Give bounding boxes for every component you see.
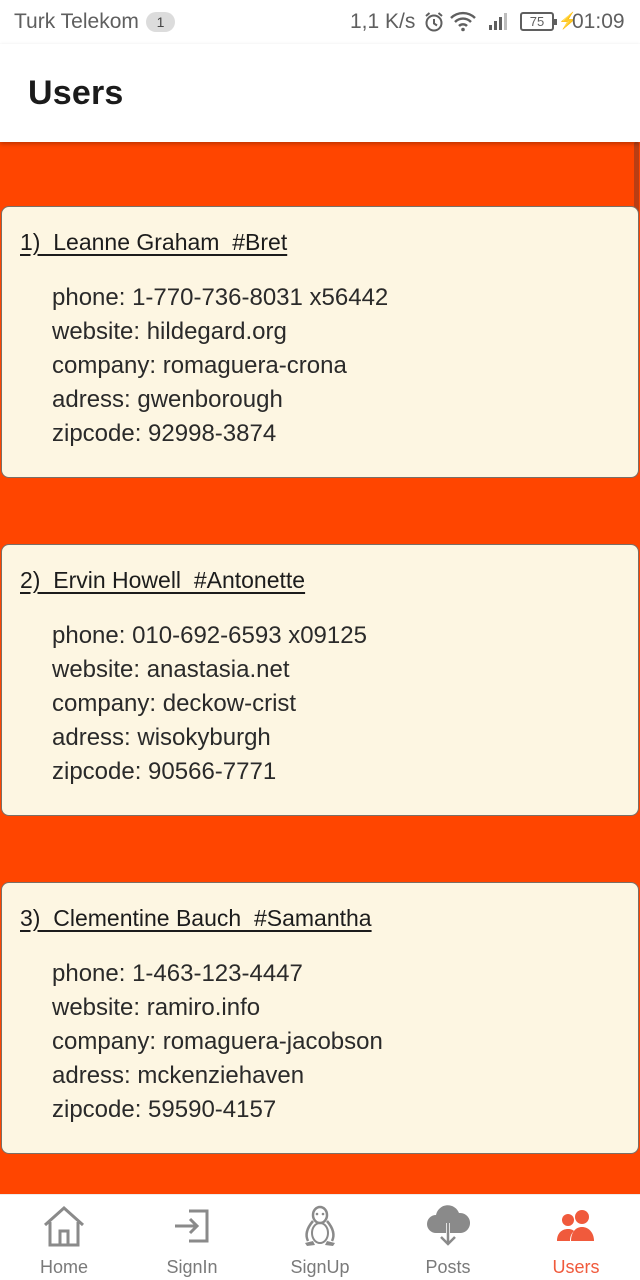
user-company: company: romaguera-jacobson [52,1028,383,1055]
user-website: website: anastasia.net [52,656,290,683]
tab-signin[interactable]: SignIn [128,1195,256,1280]
network-speed: 1,1 K/s [350,10,416,33]
tab-users[interactable]: Users [512,1195,640,1280]
user-heading: 3) Clementine Bauch #Samantha [20,905,372,931]
clock: 01:09 [572,10,625,33]
user-adress: adress: mckenziehaven [52,1062,305,1089]
user-details: phone: 1-770-736-8031 x56442 website: hi… [52,281,388,451]
users-list[interactable]: 1) Leanne Graham #Bret phone: 1-770-736-… [0,142,640,1194]
cloud-download-icon [384,1203,512,1249]
tab-label: Posts [425,1257,471,1277]
app-bar: Users [0,44,640,142]
user-card[interactable]: 3) Clementine Bauch #Samantha phone: 1-4… [1,882,639,1154]
user-heading: 1) Leanne Graham #Bret [20,229,288,255]
sign-in-icon [128,1203,256,1249]
user-company: company: deckow-crist [52,690,297,717]
tab-label: SignIn [166,1257,218,1277]
users-icon [512,1203,640,1249]
user-phone: phone: 010-692-6593 x09125 [52,622,367,649]
user-zipcode: zipcode: 90566-7771 [52,758,277,785]
user-company: company: romaguera-crona [52,352,347,379]
user-phone: phone: 1-770-736-8031 x56442 [52,284,389,311]
user-card[interactable]: 2) Ervin Howell #Antonette phone: 010-69… [1,544,639,816]
user-zipcode: zipcode: 92998-3874 [52,420,277,447]
tab-label: SignUp [290,1257,350,1277]
user-website: website: hildegard.org [52,318,287,345]
battery-icon: 75 [520,12,557,31]
page-title: Users [28,74,124,112]
linux-penguin-icon [256,1203,384,1249]
tab-label: Home [39,1257,88,1277]
status-bar: Turk Telekom 1 1,1 K/s 75 ⚡ 01:09 [0,0,640,44]
user-phone: phone: 1-463-123-4447 [52,960,303,987]
user-card[interactable]: 1) Leanne Graham #Bret phone: 1-770-736-… [1,206,639,478]
carrier-name: Turk Telekom [14,10,139,33]
user-adress: adress: wisokyburgh [52,724,271,751]
cell-signal-icon [488,11,512,37]
tab-label: Users [552,1257,600,1277]
tab-signup[interactable]: SignUp [256,1195,384,1280]
notification-count-badge: 1 [146,12,175,32]
home-icon [0,1203,128,1249]
wifi-icon [449,10,477,38]
user-adress: adress: gwenborough [52,386,283,413]
user-zipcode: zipcode: 59590-4157 [52,1096,277,1123]
user-details: phone: 010-692-6593 x09125 website: anas… [52,619,367,789]
user-details: phone: 1-463-123-4447 website: ramiro.in… [52,957,383,1127]
tab-home[interactable]: Home [0,1195,128,1280]
user-website: website: ramiro.info [52,994,261,1021]
tab-posts[interactable]: Posts [384,1195,512,1280]
alarm-icon [423,11,445,39]
user-heading: 2) Ervin Howell #Antonette [20,567,306,593]
bottom-navigation: Home SignIn SignUp Posts Users [0,1194,640,1280]
